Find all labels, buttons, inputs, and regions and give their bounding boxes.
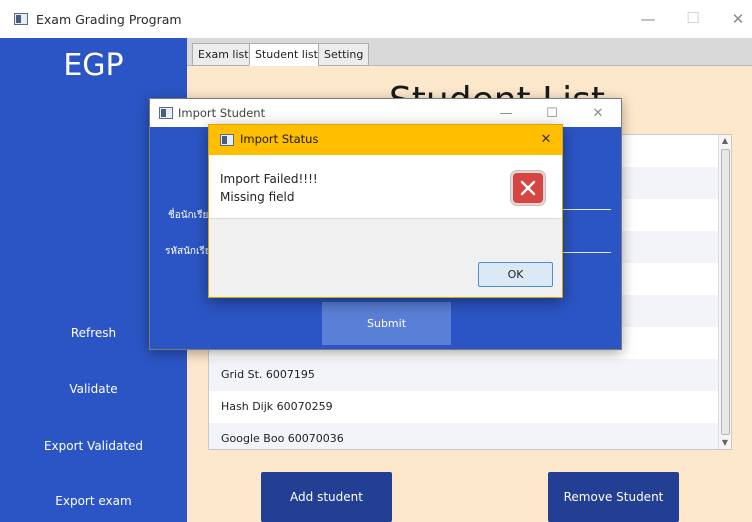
app-icon — [159, 107, 173, 119]
tab-student-list[interactable]: Student list — [249, 43, 324, 66]
app-icon — [220, 134, 234, 146]
import-status-dialog: Import Status ✕ Import Failed!!!! Missin… — [208, 124, 563, 298]
window-title: Exam Grading Program — [36, 12, 182, 27]
student-name-label: ชื่อนักเรีย — [168, 210, 209, 221]
remove-student-button[interactable]: Remove Student — [548, 472, 679, 522]
error-icon — [511, 171, 545, 205]
submit-button[interactable]: Submit — [322, 302, 451, 345]
student-name-field[interactable] — [562, 209, 611, 210]
maximize-button[interactable]: ☐ — [542, 106, 562, 121]
scrollbar-thumb[interactable] — [721, 149, 730, 435]
minimize-button[interactable]: — — [638, 12, 658, 27]
close-button[interactable]: ✕ — [588, 106, 608, 121]
app-icon — [14, 13, 28, 25]
export-exam-button[interactable]: Export exam — [0, 494, 187, 508]
tab-exam-list[interactable]: Exam list — [192, 43, 255, 66]
list-item[interactable]: Google Boo 60070036 — [209, 423, 720, 449]
minimize-button[interactable]: — — [496, 106, 516, 121]
scroll-up-icon[interactable]: ▲ — [719, 135, 731, 147]
import-window-title: Import Student — [178, 106, 266, 120]
export-validated-button[interactable]: Export Validated — [0, 439, 187, 453]
scrollbar[interactable]: ▲ ▼ — [718, 135, 731, 449]
list-item[interactable]: Hash Dijk 60070259 — [209, 391, 720, 423]
close-button[interactable]: ✕ — [536, 132, 556, 147]
maximize-button[interactable]: ☐ — [683, 11, 703, 26]
status-titlebar: Import Status ✕ — [209, 125, 562, 155]
status-message-area: Import Failed!!!! Missing field — [209, 155, 562, 219]
import-failed-message: Import Failed!!!! — [220, 172, 318, 186]
ok-button[interactable]: OK — [478, 262, 553, 287]
validate-button[interactable]: Validate — [0, 382, 187, 396]
student-id-label: รหัสนักเรีย — [165, 246, 211, 257]
main-titlebar: Exam Grading Program — ☐ ✕ — [0, 0, 752, 38]
tab-bar: Exam list Student list Setting — [187, 38, 752, 66]
status-dialog-title: Import Status — [240, 132, 319, 146]
add-student-button[interactable]: Add student — [261, 472, 392, 522]
egp-logo: EGP — [63, 48, 124, 83]
missing-field-message: Missing field — [220, 190, 295, 204]
tab-setting[interactable]: Setting — [318, 43, 370, 66]
import-titlebar: Import Student — ☐ ✕ — [150, 99, 621, 127]
scroll-down-icon[interactable]: ▼ — [719, 437, 731, 449]
student-id-field[interactable] — [562, 252, 611, 253]
close-button[interactable]: ✕ — [728, 12, 748, 27]
list-item[interactable]: Grid St. 6007195 — [209, 359, 720, 391]
